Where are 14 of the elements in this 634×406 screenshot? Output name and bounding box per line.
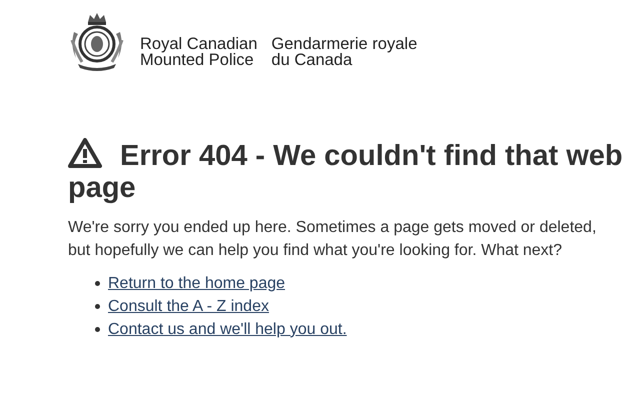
bullet-icon <box>95 304 100 309</box>
error-message: We're sorry you ended up here. Sometimes a page gets moved or deleted, but hopefully we can help you find what you're looking for. What next? <box>68 218 598 261</box>
agency-name: Mounted Police <box>140 52 255 68</box>
crest-logo <box>68 12 126 72</box>
agency-name: Gendarmerie royale <box>271 36 418 52</box>
warning-icon <box>68 138 102 168</box>
error-heading: Error 404 - We couldn't find that web page <box>68 138 624 204</box>
agency-name: du Canada <box>271 52 354 68</box>
link[interactable]: Return to the home page <box>108 274 286 292</box>
link[interactable]: Consult the A - Z index <box>108 298 269 316</box>
bullet-icon <box>95 327 100 332</box>
agency-name: Royal Canadian <box>140 36 258 52</box>
link[interactable]: Contact us and we'll help you out. <box>108 320 347 338</box>
bullet-icon <box>95 281 100 286</box>
